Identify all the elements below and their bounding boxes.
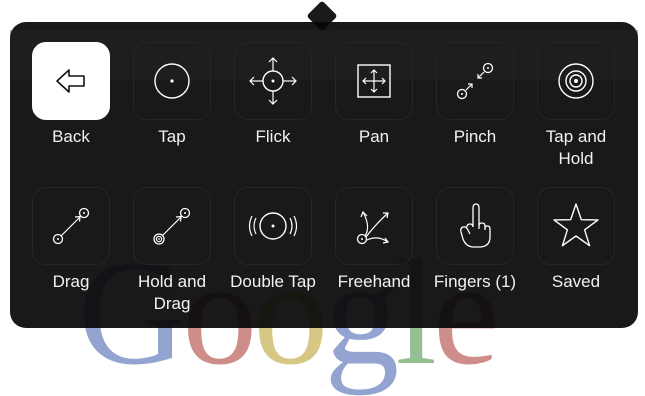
- menu-item-label: Fingers (1): [433, 272, 517, 291]
- menu-item-label: Tap and Hold: [545, 127, 607, 168]
- menu-item-label: Back: [52, 127, 90, 146]
- menu-item-hold-and-drag[interactable]: Hold and Drag: [122, 187, 222, 315]
- menu-item-label: Freehand: [337, 272, 411, 291]
- menu-item-flick[interactable]: Flick: [223, 42, 323, 148]
- menu-item-fingers[interactable]: Fingers (1): [425, 187, 525, 293]
- star-icon: [553, 203, 599, 247]
- menu-item-label: Saved: [551, 272, 601, 291]
- tap-and-hold-icon: [558, 63, 594, 99]
- tile-pan[interactable]: [335, 42, 413, 120]
- menu-item-double-tap[interactable]: Double Tap: [223, 187, 323, 293]
- menu-item-saved[interactable]: Saved: [526, 187, 626, 293]
- menu-item-tap-and-hold[interactable]: Tap and Hold: [526, 42, 626, 170]
- tile-saved[interactable]: [537, 187, 615, 265]
- one-finger-icon: [460, 203, 491, 248]
- menu-item-label: Pan: [358, 127, 390, 146]
- menu-item-pan[interactable]: Pan: [324, 42, 424, 148]
- tile-double-tap[interactable]: [234, 187, 312, 265]
- menu-item-pinch[interactable]: Pinch: [425, 42, 525, 148]
- menu-item-label: Hold and Drag: [137, 272, 207, 313]
- tile-pinch[interactable]: [436, 42, 514, 120]
- menu-item-label: Flick: [255, 127, 291, 146]
- menu-item-label: Tap: [158, 127, 186, 146]
- drag-icon: [52, 207, 90, 245]
- tile-back[interactable]: [32, 42, 110, 120]
- tile-tap-and-hold[interactable]: [537, 42, 615, 120]
- menu-item-label: Double Tap: [230, 272, 316, 291]
- pan-icon: [357, 64, 391, 98]
- menu-item-tap[interactable]: Tap: [122, 42, 222, 148]
- menu-item-drag[interactable]: Drag: [21, 187, 121, 293]
- tile-freehand[interactable]: [335, 187, 413, 265]
- tile-drag[interactable]: [32, 187, 110, 265]
- tile-tap[interactable]: [133, 42, 211, 120]
- hold-and-drag-icon: [153, 207, 191, 245]
- menu-item-back[interactable]: Back: [21, 42, 121, 148]
- freehand-icon: [356, 210, 390, 245]
- tile-flick[interactable]: [234, 42, 312, 120]
- tile-fingers[interactable]: [436, 187, 514, 265]
- tap-icon: [154, 63, 190, 99]
- pinch-icon: [456, 62, 494, 100]
- tile-hold-and-drag[interactable]: [133, 187, 211, 265]
- flick-icon: [249, 57, 297, 105]
- menu-item-freehand[interactable]: Freehand: [324, 187, 424, 293]
- menu-item-label: Drag: [52, 272, 90, 291]
- arrow-left-icon: [56, 69, 85, 93]
- double-tap-icon: [248, 212, 298, 240]
- menu-item-label: Pinch: [453, 127, 497, 146]
